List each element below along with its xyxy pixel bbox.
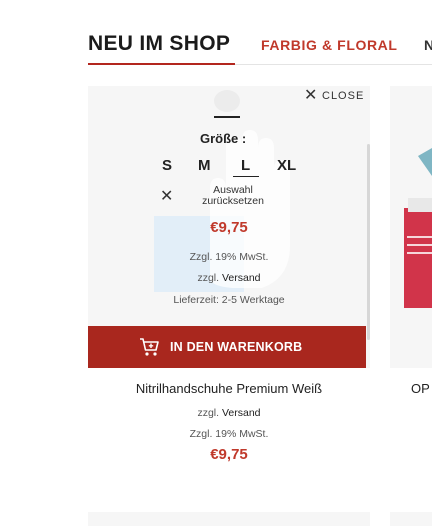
next-product-name[interactable]: OP: [411, 381, 430, 396]
product-name[interactable]: Nitrilhandschuhe Premium Weiß: [88, 381, 370, 396]
size-label: Größe :: [200, 131, 247, 146]
product-tax: Zzgl. 19% MwSt.: [189, 428, 269, 440]
size-selected-indicator: [233, 176, 259, 177]
reset-selection-link[interactable]: Auswahl zurücksetzen: [190, 185, 276, 207]
next-product-image: [404, 148, 432, 308]
quickview-scrollbar[interactable]: [367, 144, 370, 340]
bottom-product-card-next[interactable]: [390, 512, 432, 526]
quickview-delivery-time: Lieferzeit: 2-5 Werktage: [173, 294, 285, 306]
bottom-product-card[interactable]: [88, 512, 370, 526]
add-to-cart-label: IN DEN WARENKORB: [170, 340, 303, 354]
close-label: CLOSE: [322, 90, 365, 102]
size-option-l[interactable]: L: [241, 157, 250, 174]
product-price: €9,75: [210, 446, 248, 463]
size-option-m[interactable]: M: [198, 157, 211, 174]
product-shipping-link[interactable]: Versand: [222, 407, 261, 419]
tab-neu-im-shop[interactable]: NEU IM SHOP: [88, 32, 230, 56]
quickview-shipping: zzgl. Versand: [88, 272, 370, 284]
quickview-price: €9,75: [210, 219, 248, 236]
product-shipping-prefix: zzgl.: [197, 407, 220, 419]
close-button[interactable]: ✕ CLOSE: [304, 88, 366, 104]
quickview-shipping-link[interactable]: Versand: [222, 272, 261, 284]
size-option-s[interactable]: S: [162, 157, 172, 174]
swatch-selected-indicator: [214, 116, 240, 118]
color-swatch-white[interactable]: [214, 90, 240, 112]
category-tabs: NEU IM SHOP FARBIG & FLORAL N: [88, 30, 432, 66]
tabs-divider: [235, 64, 432, 65]
cart-icon: [140, 338, 159, 356]
reset-icon[interactable]: ✕: [160, 186, 173, 206]
add-to-cart-button[interactable]: IN DEN WARENKORB: [88, 326, 366, 368]
tab-next[interactable]: N: [424, 37, 432, 53]
quickview-shipping-prefix: zzgl.: [197, 272, 220, 284]
close-icon: ✕: [304, 87, 318, 104]
product-shipping: zzgl. Versand: [88, 407, 370, 419]
tab-farbig-floral[interactable]: FARBIG & FLORAL: [261, 37, 398, 53]
next-product-card[interactable]: [390, 86, 432, 368]
active-tab-indicator: [88, 63, 235, 65]
size-option-xl[interactable]: XL: [277, 157, 296, 174]
quickview-tax: Zzgl. 19% MwSt.: [189, 251, 269, 263]
